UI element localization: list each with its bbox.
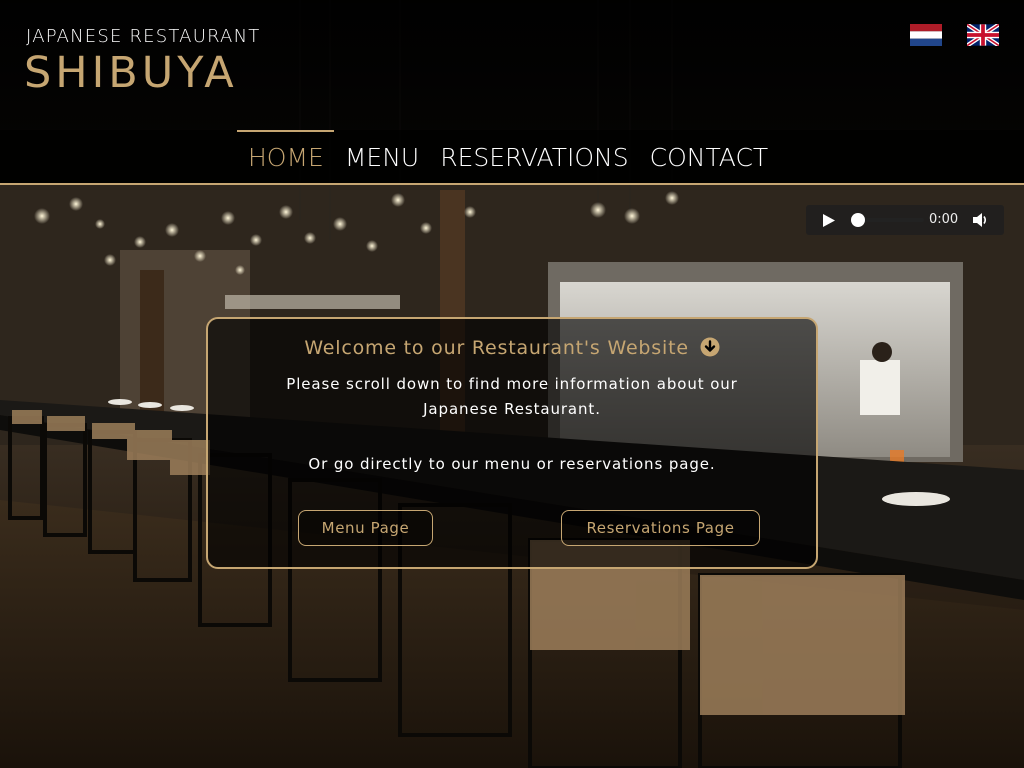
audio-progress-track[interactable]	[858, 218, 924, 222]
netherlands-flag-icon[interactable]	[910, 24, 942, 46]
brand-subtitle: JAPANESE RESTAURANT	[26, 26, 261, 47]
audio-time: 0:00	[929, 212, 959, 227]
volume-icon[interactable]	[972, 212, 989, 232]
audio-progress-handle[interactable]	[851, 213, 865, 227]
main-nav: HOME MENU RESERVATIONS CONTACT	[237, 130, 778, 183]
nav-reservations[interactable]: RESERVATIONS	[429, 130, 638, 183]
play-icon[interactable]	[822, 213, 836, 232]
arrow-circle-down-icon[interactable]	[700, 337, 720, 357]
nav-home[interactable]: HOME	[237, 130, 334, 183]
menu-page-button[interactable]: Menu Page	[298, 510, 433, 546]
welcome-title: Welcome to our Restaurant's Website	[208, 337, 816, 359]
brand-name-logo[interactable]: SHIBUYA	[24, 48, 238, 98]
welcome-direct-text: Or go directly to our menu or reservatio…	[308, 455, 716, 473]
nav-contact[interactable]: CONTACT	[639, 130, 779, 183]
welcome-panel: Welcome to our Restaurant's Website Plea…	[206, 317, 818, 569]
welcome-title-text: Welcome to our Restaurant's Website	[304, 337, 689, 359]
reservations-page-button[interactable]: Reservations Page	[561, 510, 760, 546]
welcome-intro-text: Please scroll down to find more informat…	[286, 375, 738, 418]
united-kingdom-flag-icon[interactable]	[967, 24, 999, 46]
audio-player: 0:00	[806, 205, 1004, 235]
main-navigation-bar: HOME MENU RESERVATIONS CONTACT	[0, 130, 1024, 185]
nav-menu[interactable]: MENU	[334, 130, 429, 183]
site-header: JAPANESE RESTAURANT SHIBUYA	[0, 0, 1024, 130]
